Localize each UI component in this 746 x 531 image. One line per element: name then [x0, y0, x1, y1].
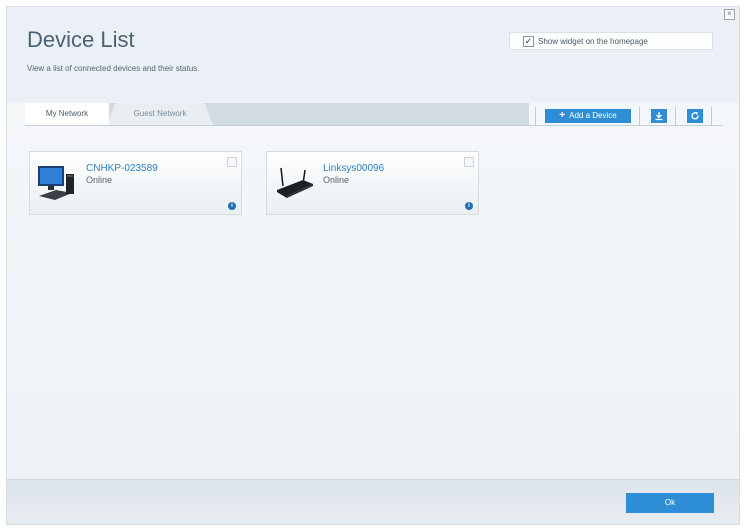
- device-name[interactable]: CNHKP-023589: [86, 163, 158, 174]
- toolbar-divider: [675, 107, 676, 125]
- info-icon[interactable]: i: [228, 202, 236, 210]
- ok-button[interactable]: Ok: [626, 493, 714, 513]
- device-list-window: × Device List View a list of connected d…: [6, 6, 740, 525]
- toolbar-divider: [711, 107, 712, 125]
- tab-guest-network[interactable]: Guest Network: [107, 103, 213, 125]
- device-name[interactable]: Linksys00096: [323, 163, 384, 174]
- device-select-checkbox[interactable]: [464, 157, 474, 167]
- toolbar-divider: [535, 107, 536, 125]
- show-widget-checkbox[interactable]: ✓: [523, 35, 534, 47]
- add-device-button[interactable]: + Add a Device: [545, 109, 631, 123]
- add-device-label: Add a Device: [569, 111, 617, 120]
- device-status: Online: [323, 175, 350, 185]
- device-card[interactable]: Linksys00096 Online i: [266, 151, 479, 215]
- device-status: Online: [86, 175, 113, 185]
- desktop-computer-icon: [36, 162, 78, 209]
- refresh-icon[interactable]: [687, 109, 703, 123]
- show-widget-toggle[interactable]: ✓ Show widget on the homepage: [509, 32, 713, 50]
- router-icon: [273, 162, 315, 209]
- close-icon[interactable]: ×: [724, 9, 735, 20]
- show-widget-label: Show widget on the homepage: [538, 36, 648, 46]
- tab-my-network[interactable]: My Network: [25, 103, 109, 125]
- plus-icon: +: [559, 110, 566, 121]
- toolbar-divider: [639, 107, 640, 125]
- download-icon[interactable]: [651, 109, 667, 123]
- network-tab-bar: Guest Network My Network + Add a Device: [25, 103, 723, 126]
- device-card[interactable]: CNHKP-023589 Online i: [29, 151, 242, 215]
- page-subtitle: View a list of connected devices and the…: [27, 64, 200, 73]
- device-select-checkbox[interactable]: [227, 157, 237, 167]
- page-title: Device List: [27, 27, 135, 52]
- info-icon[interactable]: i: [465, 202, 473, 210]
